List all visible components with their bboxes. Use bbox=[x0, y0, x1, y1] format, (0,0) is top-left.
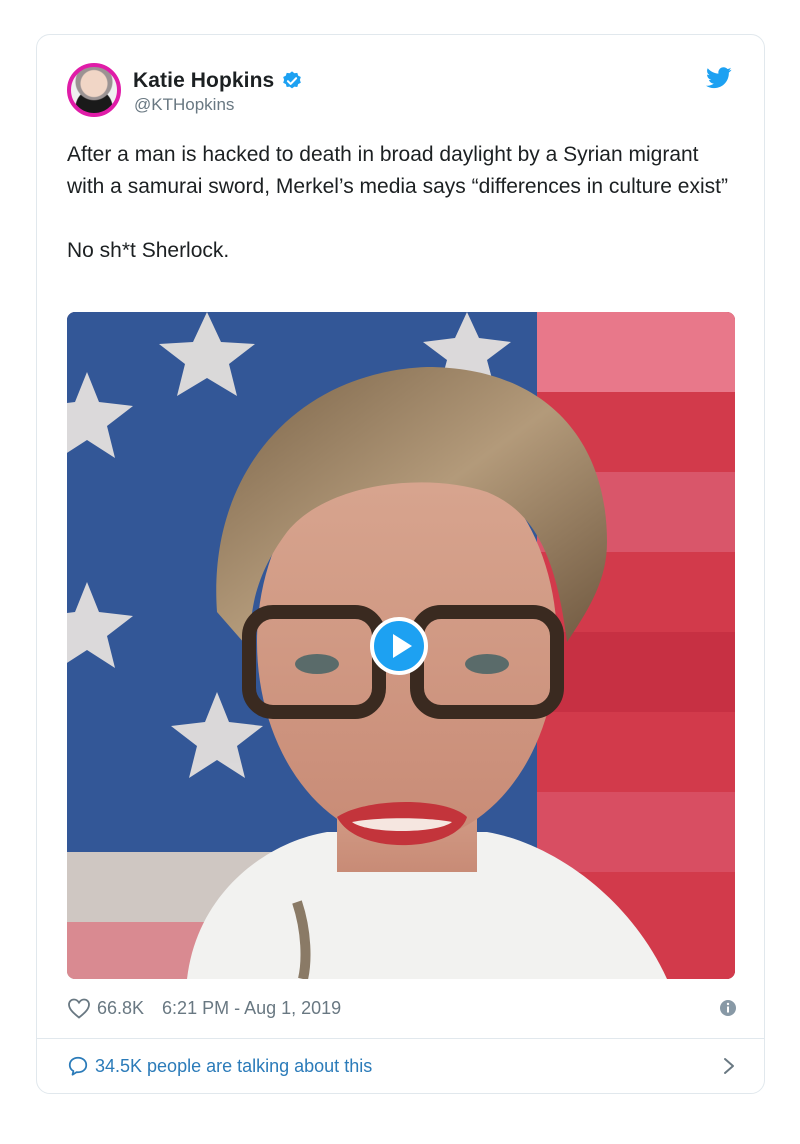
chevron-right-icon[interactable] bbox=[723, 1057, 735, 1075]
avatar[interactable] bbox=[67, 63, 121, 117]
twitter-bird-icon[interactable] bbox=[706, 67, 732, 89]
author-handle[interactable]: @KTHopkins bbox=[134, 95, 234, 115]
tweet-paragraph: After a man is hacked to death in broad … bbox=[67, 143, 728, 198]
embedded-tweet-card: Katie Hopkins @KTHopkins After a man is … bbox=[36, 34, 765, 1094]
tweet-meta: 66.8K 6:21 PM - Aug 1, 2019 bbox=[67, 993, 737, 1023]
play-icon[interactable] bbox=[370, 617, 428, 675]
heart-icon[interactable] bbox=[67, 997, 91, 1019]
tweet-paragraph: No sh*t Sherlock. bbox=[67, 239, 230, 262]
video-thumbnail[interactable] bbox=[67, 312, 735, 979]
conversation-link[interactable]: 34.5K people are talking about this bbox=[67, 1051, 737, 1081]
author-name[interactable]: Katie Hopkins bbox=[133, 69, 274, 93]
info-icon[interactable] bbox=[719, 999, 737, 1017]
author-name-row[interactable]: Katie Hopkins bbox=[133, 67, 303, 95]
conversation-count-text[interactable]: 34.5K people are talking about this bbox=[95, 1056, 372, 1077]
reply-bubble-icon bbox=[68, 1056, 88, 1076]
tweet-timestamp[interactable]: 6:21 PM - Aug 1, 2019 bbox=[162, 998, 341, 1019]
tweet-text: After a man is hacked to death in broad … bbox=[67, 139, 737, 267]
verified-icon bbox=[283, 71, 302, 89]
like-count[interactable]: 66.8K bbox=[97, 998, 144, 1019]
divider bbox=[37, 1038, 764, 1039]
